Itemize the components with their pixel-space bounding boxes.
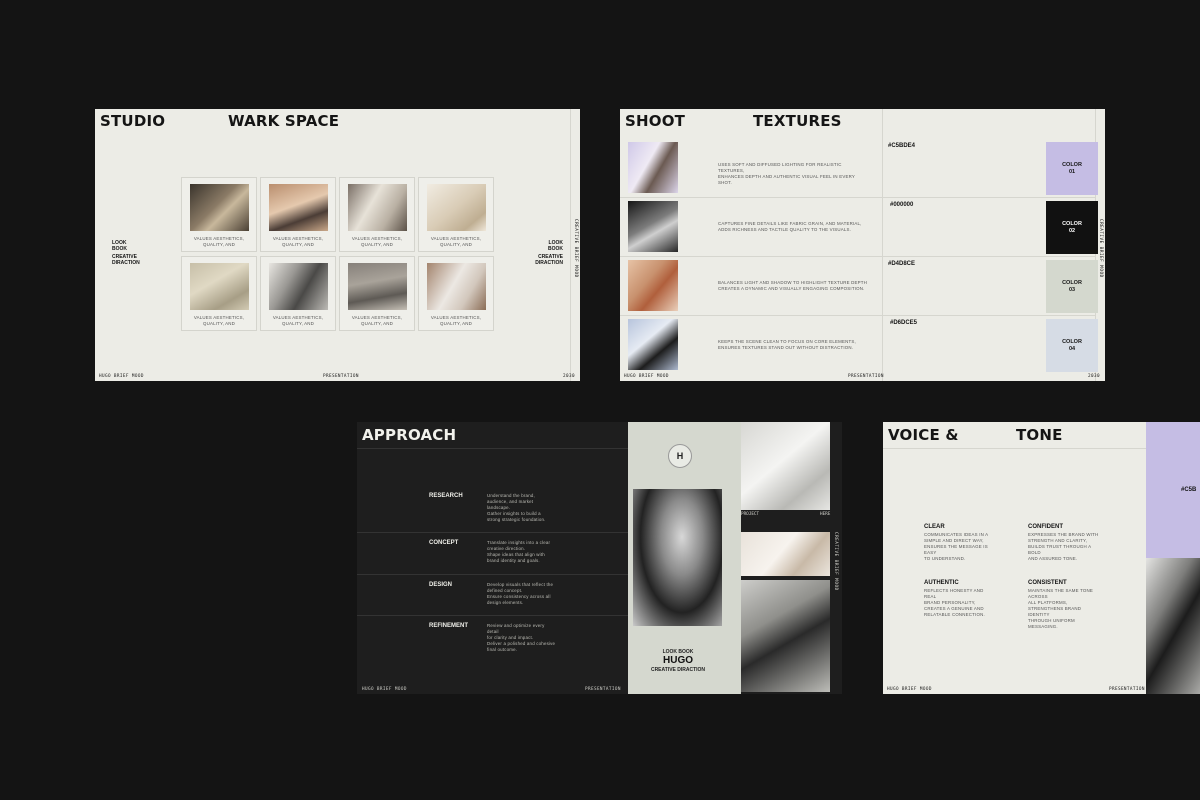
step-title-concept: CONCEPT xyxy=(429,540,459,546)
tone-text-authentic: REFLECTS HONESTY AND REAL BRAND PERSONALI… xyxy=(924,588,985,617)
row-description: BALANCES LIGHT AND SHADOW TO HIGHLIGHT T… xyxy=(718,280,868,291)
slide-title-left: STUDIO xyxy=(100,112,166,130)
hex-code: #000000 xyxy=(890,202,914,208)
gallery-card[interactable]: VALUES AESTHETICS, QUALITY, AND xyxy=(260,256,336,331)
lookbook-panel: H LOOK BOOK HUGO CREATIVE DIRACTION xyxy=(628,422,741,694)
row-photo xyxy=(628,142,678,193)
side-vertical-label: CREATIVE BRIEF MOOD xyxy=(833,532,838,591)
slide-title-right: TONE xyxy=(1016,426,1063,444)
lookbook-subtitle: CREATIVE DIRACTION xyxy=(650,667,706,673)
row-description: CAPTURES FINE DETAILS LIKE FABRIC GRAIN,… xyxy=(718,221,862,232)
logo-badge: H xyxy=(668,444,692,468)
row-divider xyxy=(620,315,1095,316)
hex-code: #D6DCE5 xyxy=(890,320,918,326)
tone-text-consistent: MAINTAINS THE SAME TONE ACROSS ALL PLATFO… xyxy=(1028,588,1094,629)
row-description: KEEPS THE SCENE CLEAN TO FOCUS ON CORE E… xyxy=(718,339,856,350)
step-text-design: Develop visuals that reflect the defined … xyxy=(487,582,554,605)
slide-studio-workspace[interactable]: STUDIO WARK SPACE LOOK BOOK CREATIVE DIR… xyxy=(95,109,580,381)
photo-portrait xyxy=(633,489,722,626)
side-vertical-label: CREATIVE BRIEF MOOD xyxy=(1098,219,1103,278)
tone-title-consistent: CONSISTENT xyxy=(1028,580,1067,586)
lookbook-label-left: LOOK BOOK CREATIVE DIRACTION xyxy=(112,240,140,266)
step-text-research: Understand the brand, audience, and marke… xyxy=(487,493,546,522)
gallery-card[interactable]: VALUES AESTHETICS, QUALITY, AND xyxy=(418,177,494,252)
photo-model-dark xyxy=(1146,558,1200,694)
step-divider xyxy=(357,532,628,533)
photo-sofa xyxy=(348,263,407,310)
slide-voice-tone[interactable]: VOICE & TONE CLEAR COMMUNICATES IDEAS IN… xyxy=(883,422,1200,694)
photo-chair xyxy=(741,532,830,576)
row-divider xyxy=(620,197,1095,198)
photo-white-outfit xyxy=(741,422,830,510)
photo-model xyxy=(348,184,407,231)
row-photo xyxy=(628,319,678,370)
divider xyxy=(883,448,1146,449)
step-text-refinement: Review and optimize every detail for clar… xyxy=(487,623,556,652)
gallery-card[interactable]: VALUES AESTHETICS, QUALITY, AND xyxy=(339,256,415,331)
slide-title: APPROACH xyxy=(362,426,457,444)
photo-hands xyxy=(269,184,328,231)
footer-center: PRESENTATION xyxy=(585,687,621,692)
divider xyxy=(357,448,628,449)
step-title-research: RESEARCH xyxy=(429,493,463,499)
tone-text-confident: EXPRESSES THE BRAND WITH STRENGTH AND CLA… xyxy=(1028,532,1099,561)
row-photo xyxy=(628,260,678,311)
slide-title-left: SHOOT xyxy=(625,112,686,130)
footer-left: HUGO BRIEF MOOD xyxy=(362,687,407,692)
slide-title-left: VOICE & xyxy=(888,426,959,444)
color-swatch-01[interactable]: COLOR 01 xyxy=(1046,142,1098,195)
row-photo xyxy=(628,201,678,252)
slide-title-right: TEXTURES xyxy=(753,112,842,130)
step-divider xyxy=(357,615,628,616)
tone-title-clear: CLEAR xyxy=(924,524,945,530)
gallery-card[interactable]: VALUES AESTHETICS, QUALITY, AND xyxy=(339,177,415,252)
gallery-card[interactable]: VALUES AESTHETICS, QUALITY, AND xyxy=(418,256,494,331)
step-divider xyxy=(357,574,628,575)
footer-right: 2030 xyxy=(1088,374,1100,379)
hex-code: #C5B xyxy=(1181,487,1197,493)
footer-right: 2030 xyxy=(563,374,575,379)
footer-center: PRESENTATION xyxy=(1109,687,1145,692)
step-title-refinement: REFINEMENT xyxy=(429,623,468,629)
step-text-concept: Translate insights into a clear creative … xyxy=(487,540,551,563)
color-swatch-02[interactable]: COLOR 02 xyxy=(1046,201,1098,254)
footer-center: PRESENTATION xyxy=(323,374,359,379)
photo-seated xyxy=(741,580,830,692)
row-divider xyxy=(620,256,1095,257)
side-vertical-label: CREATIVE BRIEF MOOD xyxy=(573,219,578,278)
footer-center: PRESENTATION xyxy=(848,374,884,379)
gallery-card[interactable]: VALUES AESTHETICS, QUALITY, AND xyxy=(181,256,257,331)
step-title-design: DESIGN xyxy=(429,582,453,588)
photo-drape xyxy=(190,263,249,310)
gallery-card[interactable]: VALUES AESTHETICS, QUALITY, AND xyxy=(181,177,257,252)
photo-coat xyxy=(269,263,328,310)
divider xyxy=(570,109,571,381)
gallery-card[interactable]: VALUES AESTHETICS, QUALITY, AND xyxy=(260,177,336,252)
row-description: USES SOFT AND DIFFUSED LIGHTING FOR REAL… xyxy=(718,162,855,185)
lookbook-title: HUGO xyxy=(663,655,693,666)
photo-fabric xyxy=(427,184,486,231)
lookbook-label-right: LOOK BOOK CREATIVE DIRACTION xyxy=(535,240,563,266)
tone-title-authentic: AUTHENTIC xyxy=(924,580,959,586)
project-label: PROJECT xyxy=(741,512,760,517)
tone-title-confident: CONFIDENT xyxy=(1028,524,1063,530)
footer-left: HUGO BRIEF MOOD xyxy=(624,374,669,379)
slide-shoot-textures[interactable]: SHOOT TEXTURES CREATIVE BRIEF MOOD USES … xyxy=(620,109,1105,381)
project-label-right: HERE xyxy=(820,512,831,517)
photo-tee xyxy=(427,263,486,310)
hex-code: #C5BDE4 xyxy=(888,143,916,149)
divider xyxy=(882,109,883,381)
color-swatch-04[interactable]: COLOR 04 xyxy=(1046,319,1098,372)
footer-left: HUGO BRIEF MOOD xyxy=(887,687,932,692)
photo-room xyxy=(190,184,249,231)
hex-code: #D4D8CE xyxy=(888,261,916,267)
slide-title-right: WARK SPACE xyxy=(228,112,340,130)
tone-text-clear: COMMUNICATES IDEAS IN A SIMPLE AND DIRECT… xyxy=(924,532,989,561)
footer-left: HUGO BRIEF MOOD xyxy=(99,374,144,379)
slide-approach[interactable]: APPROACH RESEARCH Understand the brand, a… xyxy=(357,422,842,694)
color-swatch-03[interactable]: COLOR 03 xyxy=(1046,260,1098,313)
